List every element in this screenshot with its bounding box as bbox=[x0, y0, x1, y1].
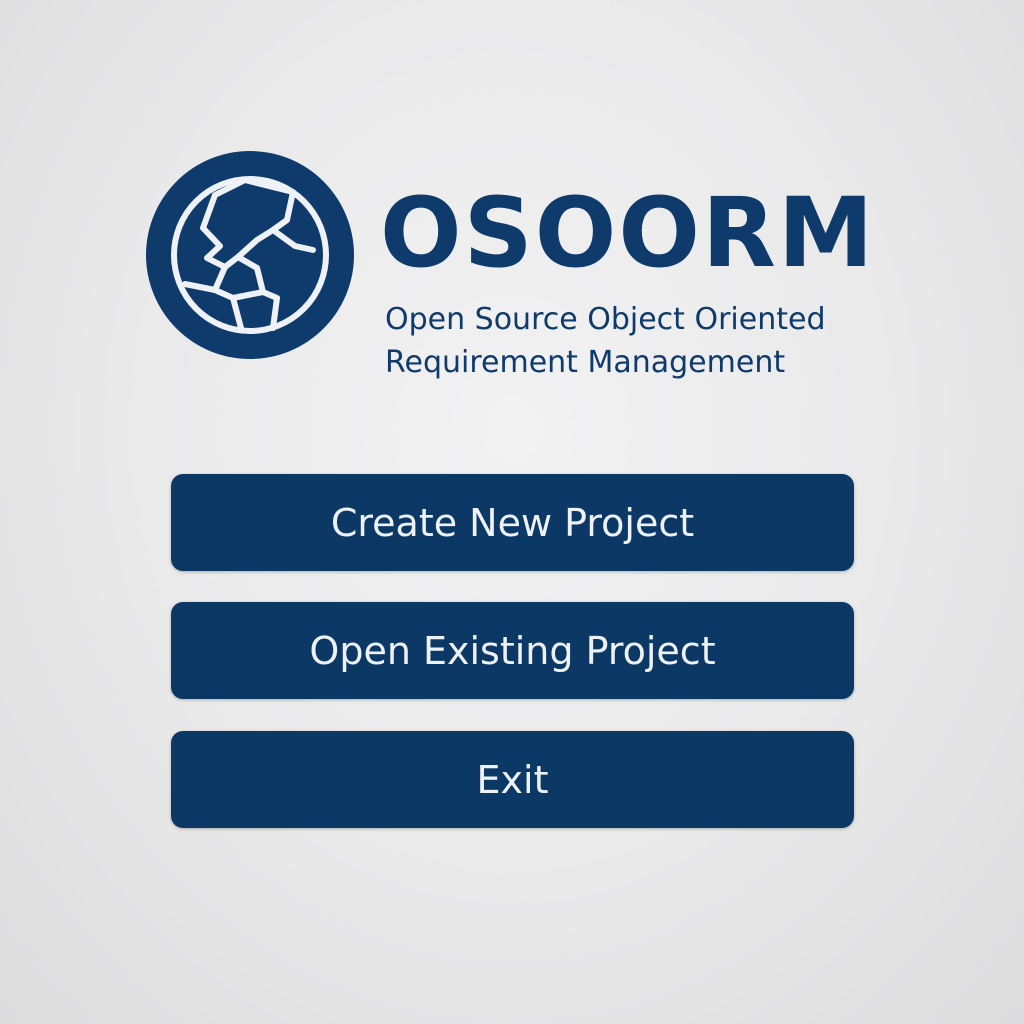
app-subtitle: Open Source Object Oriented Requirement … bbox=[385, 298, 905, 384]
exit-button[interactable]: Exit bbox=[171, 731, 854, 828]
aperture-logo-icon bbox=[145, 150, 355, 360]
app-subtitle-line-2: Requirement Management bbox=[385, 345, 786, 380]
open-existing-project-button[interactable]: Open Existing Project bbox=[171, 602, 854, 699]
app-title: OSOORM bbox=[380, 177, 876, 289]
app-subtitle-line-1: Open Source Object Oriented bbox=[385, 302, 826, 337]
create-new-project-button[interactable]: Create New Project bbox=[171, 474, 854, 571]
